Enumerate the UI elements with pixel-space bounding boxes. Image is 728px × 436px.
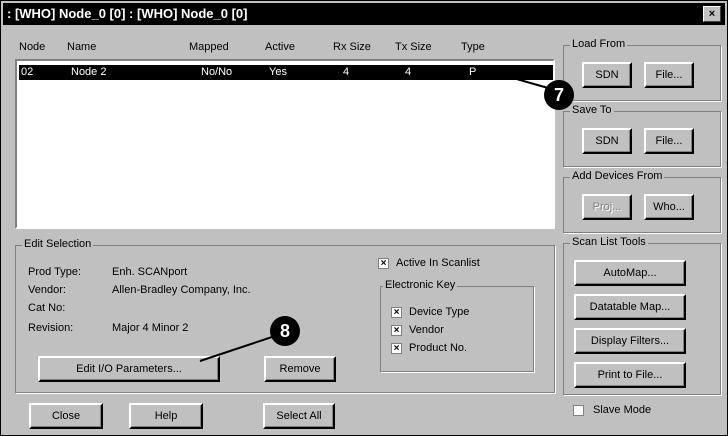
- col-mapped[interactable]: Mapped: [189, 41, 229, 53]
- close-icon[interactable]: ×: [703, 6, 721, 22]
- device-type-label: Device Type: [409, 306, 470, 318]
- add-devices-title: Add Devices From: [570, 170, 665, 182]
- save-to-group: Save To SDN File...: [563, 104, 721, 167]
- device-type-checkbox[interactable]: ×: [391, 307, 402, 318]
- cell-name: Node 2: [71, 66, 107, 78]
- callout-7: 7: [544, 80, 574, 110]
- product-no-checkbox[interactable]: ×: [391, 343, 402, 354]
- print-to-file-button[interactable]: Print to File...: [574, 362, 686, 388]
- load-file-button[interactable]: File...: [644, 62, 694, 88]
- col-active[interactable]: Active: [265, 41, 295, 53]
- product-no-label: Product No.: [409, 342, 468, 354]
- vendor-checkbox[interactable]: ×: [391, 325, 402, 336]
- slave-mode-label: Slave Mode: [593, 404, 652, 416]
- load-sdn-button[interactable]: SDN: [582, 62, 632, 88]
- vendor-value: Allen-Bradley Company, Inc.: [112, 284, 251, 296]
- edit-selection-title: Edit Selection: [22, 238, 94, 250]
- save-sdn-button[interactable]: SDN: [582, 128, 632, 154]
- col-rx-size[interactable]: Rx Size: [333, 41, 371, 53]
- cell-active: Yes: [269, 66, 287, 78]
- remove-button[interactable]: Remove: [264, 356, 336, 382]
- cell-type: P: [469, 66, 477, 78]
- save-to-title: Save To: [570, 104, 614, 116]
- add-devices-group: Add Devices From Proj... Who...: [563, 170, 721, 233]
- window-title: : [WHO] Node_0 [0] : [WHO] Node_0 [0]: [7, 6, 248, 21]
- load-from-group: Load From SDN File...: [563, 38, 721, 101]
- scanlist-dialog: : [WHO] Node_0 [0] : [WHO] Node_0 [0] × …: [0, 0, 728, 436]
- revision-value: Major 4 Minor 2: [112, 322, 189, 334]
- select-all-button[interactable]: Select All: [263, 403, 335, 429]
- active-in-scanlist-label: Active In Scanlist: [396, 257, 480, 269]
- help-button[interactable]: Help: [129, 403, 203, 429]
- revision-label: Revision:: [28, 322, 74, 334]
- who-button[interactable]: Who...: [644, 194, 694, 220]
- display-filters-button[interactable]: Display Filters...: [574, 328, 686, 354]
- vendor-key-label: Vendor: [409, 324, 444, 336]
- save-file-button[interactable]: File...: [644, 128, 694, 154]
- col-node[interactable]: Node: [19, 41, 45, 53]
- vendor-label: Vendor:: [28, 284, 66, 296]
- cell-tx: 4: [405, 66, 412, 78]
- edit-io-parameters-button[interactable]: Edit I/O Parameters...: [38, 356, 220, 382]
- scan-tools-title: Scan List Tools: [570, 236, 648, 248]
- cat-no-label: Cat No:: [28, 302, 66, 314]
- scanlist-table[interactable]: 02 Node 2 No/No Yes 4 4 P: [15, 59, 555, 229]
- cell-mapped: No/No: [201, 66, 233, 78]
- slave-mode-checkbox[interactable]: [573, 405, 584, 416]
- col-tx-size[interactable]: Tx Size: [395, 41, 432, 53]
- close-button[interactable]: Close: [29, 403, 103, 429]
- callout-8: 8: [270, 316, 300, 346]
- title-bar: : [WHO] Node_0 [0] : [WHO] Node_0 [0] ×: [3, 3, 725, 25]
- scan-list-tools-group: Scan List Tools AutoMap... Datatable Map…: [563, 236, 721, 395]
- cell-rx: 4: [343, 66, 350, 78]
- load-from-title: Load From: [570, 38, 628, 50]
- col-name[interactable]: Name: [67, 41, 96, 53]
- col-type[interactable]: Type: [461, 41, 485, 53]
- prod-type-label: Prod Type:: [28, 266, 81, 278]
- electronic-key-group: Electronic Key × Device Type × Vendor × …: [380, 279, 534, 372]
- prod-type-value: Enh. SCANport: [112, 266, 188, 278]
- proj-button[interactable]: Proj...: [582, 194, 632, 220]
- automap-button[interactable]: AutoMap...: [574, 260, 686, 286]
- cell-node: 02: [21, 66, 34, 78]
- electronic-key-title: Electronic Key: [383, 279, 458, 291]
- table-row[interactable]: 02 Node 2 No/No Yes 4 4 P: [19, 65, 553, 80]
- datatable-map-button[interactable]: Datatable Map...: [574, 294, 686, 320]
- active-in-scanlist-checkbox[interactable]: ×: [378, 258, 389, 269]
